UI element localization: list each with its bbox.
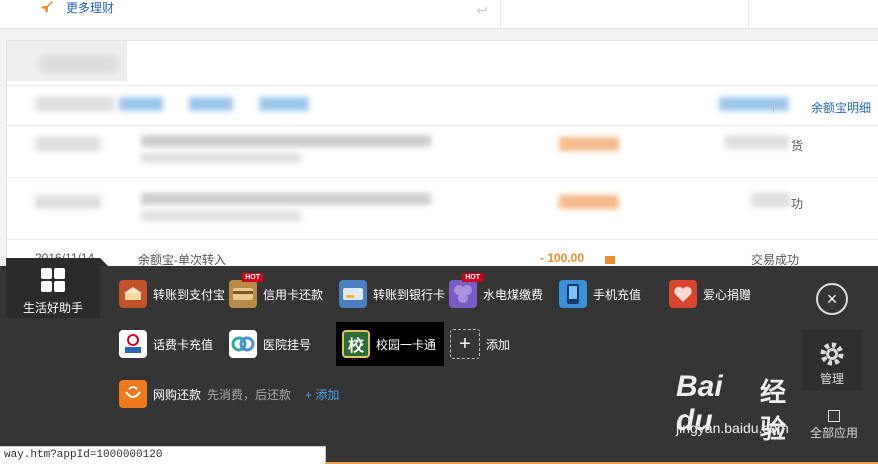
campus-card-icon: 校 xyxy=(342,330,370,358)
app-label: 手机充值 xyxy=(593,287,642,302)
more-finance-label: 更多理财 xyxy=(66,1,115,15)
divider xyxy=(7,85,878,86)
blurred-link xyxy=(719,97,789,111)
finance-card: 更多理财 ↩ xyxy=(0,0,878,29)
manage-button[interactable]: 管理 xyxy=(802,330,862,390)
app-label: 转账到银行卡 xyxy=(373,287,446,302)
app-transfer-alipay[interactable]: 转账到支付宝 xyxy=(119,277,225,311)
status-url: way.htm?appId=1000000120 xyxy=(4,449,163,461)
hot-badge: HOT xyxy=(462,273,483,282)
rocket-icon xyxy=(41,1,53,13)
divider xyxy=(500,0,501,28)
blurred-link xyxy=(259,97,309,111)
blurred-amount xyxy=(559,195,619,209)
pointer-notch xyxy=(100,258,108,266)
app-online-shopping-repay[interactable]: 网购还款 先消费，后还款 + 添加 xyxy=(119,377,339,411)
blurred-text xyxy=(141,153,301,163)
app-label: 医院挂号 xyxy=(263,337,312,352)
add-link[interactable]: + 添加 xyxy=(305,386,339,403)
divider xyxy=(7,177,878,178)
status-fragment: 货 xyxy=(791,139,804,153)
blurred-text xyxy=(725,135,789,149)
blurred-text xyxy=(141,211,301,221)
app-hospital[interactable]: 医院挂号 xyxy=(229,327,311,361)
divider xyxy=(7,239,878,240)
app-credit-card-repay[interactable]: HOT 信用卡还款 xyxy=(229,273,324,311)
app-label: 爱心捐赠 xyxy=(703,287,752,302)
app-utility-bills[interactable]: HOT 水电煤缴费 xyxy=(449,273,544,311)
more-finance-link[interactable]: 更多理财 xyxy=(38,0,114,16)
return-icon[interactable]: ↩ xyxy=(476,2,488,19)
mobile-recharge-icon xyxy=(559,280,587,308)
blurred-text xyxy=(141,135,431,147)
blurred-text xyxy=(751,193,791,207)
blurred-link xyxy=(119,97,163,111)
app-campus-card[interactable]: 校 校园一卡通 xyxy=(336,322,445,366)
utility-icon: HOT xyxy=(449,273,483,308)
all-apps-icon xyxy=(828,410,840,422)
close-icon: × xyxy=(826,289,838,309)
life-assistant-label: 生活好助手 xyxy=(22,301,83,315)
close-button[interactable]: × xyxy=(816,283,848,315)
app-label: 转账到支付宝 xyxy=(153,287,226,302)
apps-grid-icon xyxy=(41,268,65,292)
plus-icon: + xyxy=(450,329,480,359)
all-apps-label: 全部应用 xyxy=(809,426,858,440)
blurred-text xyxy=(35,97,115,111)
link-separator: | xyxy=(771,99,775,113)
app-label: 信用卡还款 xyxy=(263,287,324,302)
life-assistant-button[interactable]: 生活好助手 xyxy=(6,258,108,318)
status-fragment: 功 xyxy=(791,197,804,211)
blurred-text xyxy=(141,193,431,205)
app-mobile-recharge[interactable]: 手机充值 xyxy=(559,277,641,311)
watermark-url: jingyan.baidu.com xyxy=(676,420,789,436)
blurred-text xyxy=(39,55,119,73)
app-subtitle: 先消费，后还款 xyxy=(207,387,292,402)
add-label: 添加 xyxy=(486,337,511,352)
all-apps-button[interactable]: 全部应用 xyxy=(808,410,860,441)
hot-badge: HOT xyxy=(242,273,263,282)
transactions-panel: | 余额宝明细 货 功 2016/11/14 余额宝-单次转入 - 100.00… xyxy=(6,40,878,272)
hospital-icon xyxy=(229,330,257,358)
browser-status-bar: way.htm?appId=1000000120 xyxy=(0,446,326,464)
blurred-amount xyxy=(559,137,619,151)
app-label: 话费卡充值 xyxy=(153,337,214,352)
app-label: 校园一卡通 xyxy=(376,337,437,352)
amount-flag-icon xyxy=(605,256,615,264)
gear-icon xyxy=(820,342,844,366)
donation-heart-icon xyxy=(669,280,697,308)
add-app-button[interactable]: + 添加 xyxy=(450,327,510,361)
transfer-alipay-icon xyxy=(119,280,147,308)
blurred-text xyxy=(35,195,101,209)
bank-card-icon xyxy=(339,280,367,308)
app-donation[interactable]: 爱心捐赠 xyxy=(669,277,751,311)
credit-card-icon: HOT xyxy=(229,273,263,308)
yuebao-detail-link[interactable]: 余额宝明细 xyxy=(811,99,871,116)
tx-amount: - 100.00 xyxy=(540,251,585,265)
app-label: 水电煤缴费 xyxy=(483,287,544,302)
manage-label: 管理 xyxy=(819,372,844,386)
app-phone-card[interactable]: 话费卡充值 xyxy=(119,327,213,361)
blurred-text xyxy=(35,137,101,151)
blurred-link xyxy=(189,97,233,111)
shopping-bag-icon xyxy=(119,380,147,408)
phone-card-icon xyxy=(119,330,147,358)
app-transfer-bank[interactable]: 转账到银行卡 xyxy=(339,277,445,311)
app-label: 网购还款 xyxy=(153,387,202,402)
divider xyxy=(7,125,878,126)
divider xyxy=(748,0,749,28)
